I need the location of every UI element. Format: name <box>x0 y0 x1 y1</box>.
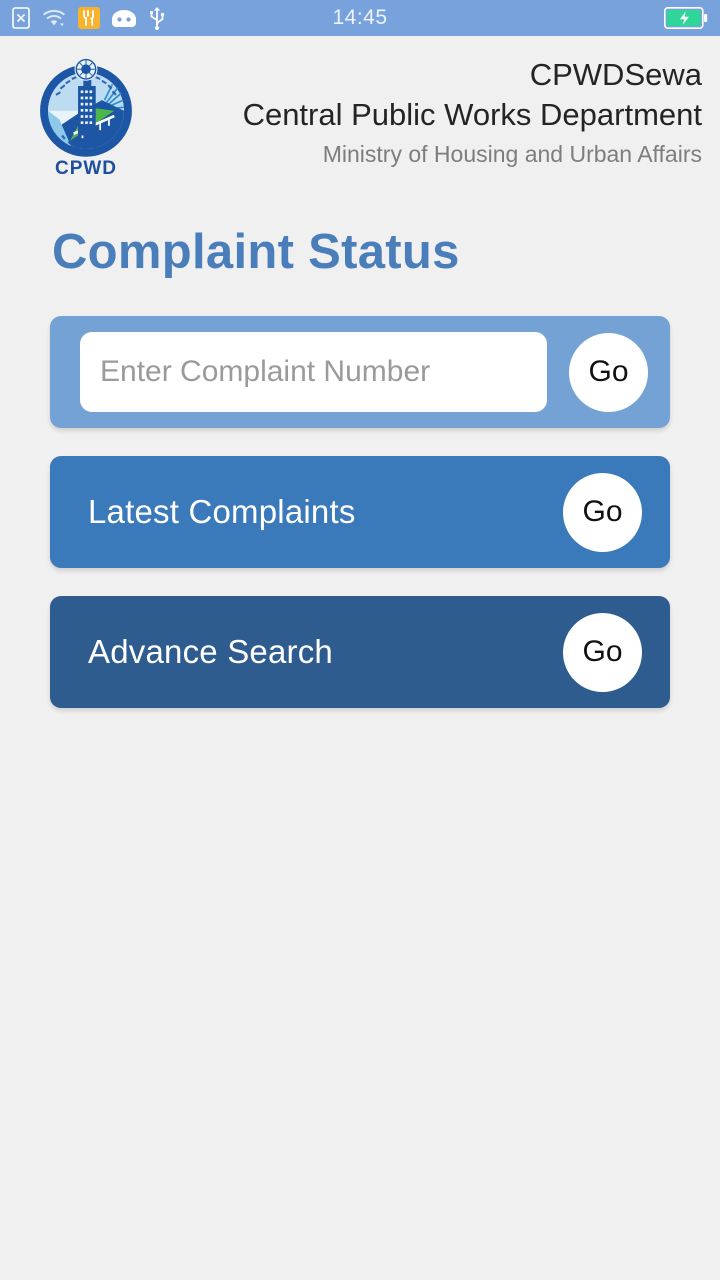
advance-search-go-button[interactable]: Go <box>563 612 642 692</box>
cpwd-logo: CPWD <box>16 50 156 180</box>
wifi-icon <box>41 7 67 29</box>
battery-charging-icon <box>664 7 708 29</box>
developer-tools-icon <box>78 7 100 29</box>
action-cards: Go Latest Complaints Go Advance Search G… <box>0 316 720 708</box>
status-bar-left-icons <box>12 6 166 30</box>
status-bar-right-icons <box>664 7 708 29</box>
latest-complaints-go-button[interactable]: Go <box>563 472 642 552</box>
cpwd-logo-label: CPWD <box>54 158 118 179</box>
complaint-number-input[interactable] <box>80 332 547 412</box>
usb-icon <box>148 6 166 30</box>
complaint-number-go-button[interactable]: Go <box>569 332 648 412</box>
cyanogenmod-icon <box>111 8 137 28</box>
department-name: Central Public Works Department <box>242 96 702 132</box>
page-title: Complaint Status <box>52 225 460 279</box>
app-name: CPWDSewa <box>529 57 702 92</box>
complaint-number-search-card: Go <box>50 316 670 428</box>
app-header: CPWD CPWDSewa Central Public Works Depar… <box>0 36 720 186</box>
latest-complaints-card[interactable]: Latest Complaints Go <box>50 456 670 568</box>
sim-card-error-icon <box>12 7 30 29</box>
cpwd-emblem-icon <box>40 57 132 157</box>
ministry-name: Ministry of Housing and Urban Affairs <box>322 141 702 168</box>
advance-search-label: Advance Search <box>88 633 333 670</box>
latest-complaints-label: Latest Complaints <box>88 493 356 530</box>
advance-search-card[interactable]: Advance Search Go <box>50 596 670 708</box>
status-bar: 14:45 <box>0 0 720 36</box>
header-titles: CPWDSewa Central Public Works Department… <box>156 50 704 171</box>
